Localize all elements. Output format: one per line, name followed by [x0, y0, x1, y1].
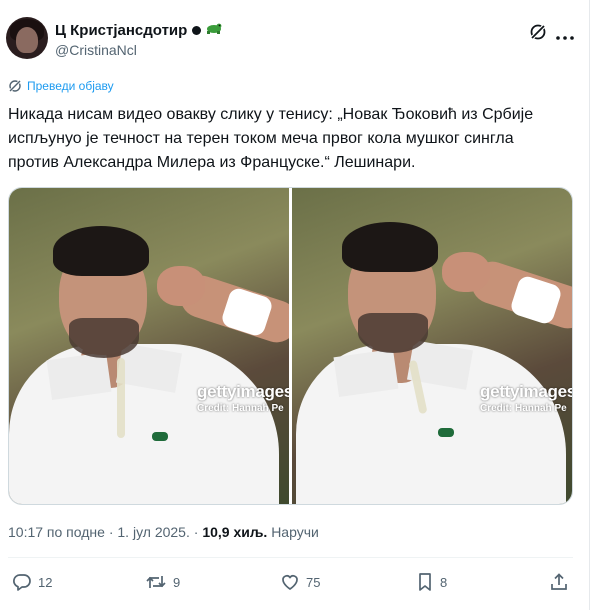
translate-post-link[interactable]: Преведи објаву [8, 79, 114, 93]
author-display-name[interactable]: Ц Кристјансдотир [55, 22, 187, 39]
tweet-text: Никада нисам видео овакву слику у тенису… [8, 103, 580, 175]
author-handle[interactable]: @CristinaNcl [55, 42, 137, 58]
like-button[interactable]: 75 [280, 572, 320, 592]
share-icon [551, 573, 567, 590]
getty-watermark: gettyimages Credit: Hannah Pe [480, 382, 572, 414]
meta-separator: · [108, 524, 114, 540]
tweet-card: Ц Кристјансдотир @CristinaNcl Преведи об… [0, 0, 591, 610]
bookmark-icon [419, 573, 431, 591]
tweet-meta: 10:17 по подне · 1. јул 2025. · 10,9 хиљ… [8, 524, 319, 540]
bookmark-button[interactable]: 8 [416, 572, 447, 592]
tweet-time[interactable]: 10:17 по подне [8, 524, 105, 540]
share-button[interactable] [550, 572, 574, 592]
tweet-text-line: против Александра Милера из Француске.“ … [8, 154, 416, 171]
reply-button[interactable]: 12 [12, 572, 52, 592]
author-name-row[interactable]: Ц Кристјансдотир [55, 21, 223, 39]
tweet-text-line: испљунуо је течност на терен током меча … [8, 130, 514, 147]
translate-post-label[interactable]: Преведи објаву [27, 79, 114, 93]
divider [8, 557, 573, 558]
tweet-actions: 12 9 75 8 [0, 572, 591, 598]
tweet-photo[interactable]: gettyimages Credit: Hannah Pe [292, 188, 572, 504]
getty-watermark: gettyimages Credit: Hannah Pe [197, 382, 289, 414]
avatar[interactable] [6, 17, 48, 59]
views-label: Наручи [271, 524, 319, 540]
frog-emoji-icon [205, 21, 223, 39]
bookmark-count: 8 [440, 574, 448, 590]
reply-count: 12 [38, 574, 53, 590]
tweet-date[interactable]: 1. јул 2025. [117, 524, 189, 540]
reply-icon [13, 574, 31, 591]
heart-icon [282, 575, 298, 590]
repost-button[interactable]: 9 [145, 572, 180, 592]
view-count: 10,9 хиљ. [202, 524, 268, 540]
grok-translate-icon [8, 79, 22, 93]
tweet-photo[interactable]: gettyimages Credit: Hannah Pe [9, 188, 289, 504]
media-gallery: gettyimages Credit: Hannah Pe gettyimage… [8, 187, 573, 505]
dark-circle-emoji-icon [192, 25, 202, 35]
more-options-icon[interactable] [555, 28, 575, 46]
like-count: 75 [306, 574, 321, 590]
meta-separator: · [193, 524, 199, 540]
timeline-border [589, 0, 590, 610]
repost-icon [146, 576, 166, 588]
grok-icon[interactable] [528, 22, 548, 47]
repost-count: 9 [173, 574, 181, 590]
tweet-text-line: Никада нисам видео овакву слику у тенису… [8, 106, 534, 123]
